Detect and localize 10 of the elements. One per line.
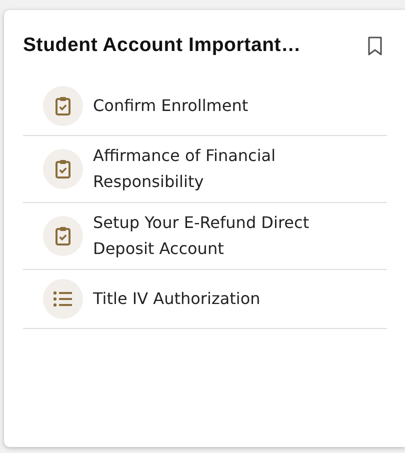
task-link[interactable]: Affirmance of Financial Responsibility bbox=[23, 136, 387, 203]
task-link[interactable]: Title IV Authorization bbox=[23, 270, 387, 329]
bookmark-icon[interactable] bbox=[367, 36, 383, 56]
list-icon bbox=[53, 291, 73, 307]
card-title: Student Account Important… bbox=[23, 34, 301, 57]
clipboard-check-icon bbox=[55, 159, 71, 179]
clipboard-check-icon bbox=[55, 96, 71, 116]
clipboard-check-icon bbox=[55, 226, 71, 246]
task-link[interactable]: Confirm Enrollment bbox=[23, 77, 387, 136]
task-link[interactable]: Setup Your E-Refund Direct Deposit Account bbox=[23, 203, 387, 270]
